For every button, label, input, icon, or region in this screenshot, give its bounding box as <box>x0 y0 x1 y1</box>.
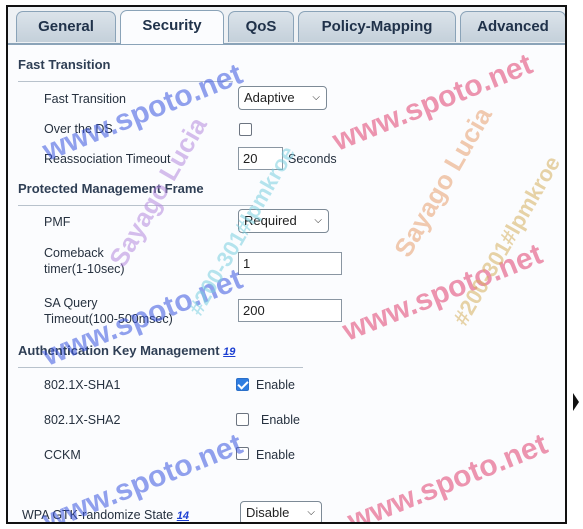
wlan-edit-dialog: General Security QoS Policy-Mapping Adva… <box>6 5 567 524</box>
tab-bar-divider <box>8 43 565 45</box>
akm-cckm-label: CCKM <box>44 448 81 462</box>
tab-bar: General Security QoS Policy-Mapping Adva… <box>8 7 565 45</box>
tab-advanced[interactable]: Advanced <box>460 11 565 42</box>
over-the-ds-checkbox[interactable] <box>239 123 252 136</box>
comeback-timer-label-line1: Comeback <box>44 246 104 260</box>
section-divider <box>18 205 253 206</box>
akm-sha2-enable-label: Enable <box>261 413 300 427</box>
gtk-help-link[interactable]: 14 <box>177 510 189 522</box>
sa-query-timeout-input[interactable]: 200 <box>238 299 342 322</box>
gtk-randomize-value: Disable <box>246 505 290 520</box>
gtk-randomize-label: WPA GTK-randomize State 14 <box>22 507 189 522</box>
fast-transition-value: Adaptive <box>244 90 295 105</box>
mouse-pointer-icon <box>573 393 579 411</box>
fast-transition-label: Fast Transition <box>44 92 126 106</box>
sa-query-label-line1: SA Query <box>44 296 98 310</box>
chevron-down-icon: ⌵ <box>307 507 315 518</box>
akm-sha1-label: 802.1X-SHA1 <box>44 378 121 392</box>
akm-sha1-checkbox[interactable] <box>236 378 249 391</box>
comeback-timer-label: Comeback timer(1-10sec) <box>44 245 125 277</box>
akm-cckm-enable-label: Enable <box>256 448 295 462</box>
akm-help-link[interactable]: 19 <box>223 346 235 358</box>
akm-cckm-checkbox[interactable] <box>236 447 249 460</box>
tab-policy-mapping[interactable]: Policy-Mapping <box>298 11 456 42</box>
sa-query-label-line2: Timeout(100-500msec) <box>44 312 173 326</box>
akm-heading: Authentication Key Management 19 <box>18 343 235 358</box>
reassociation-timeout-input[interactable]: 20 <box>238 147 283 170</box>
watermark-name: Sayago Lucia <box>388 101 498 262</box>
pmf-label: PMF <box>44 215 71 229</box>
over-the-ds-label: Over the DS <box>44 122 113 136</box>
watermark-id: #200-301#lpmkroe <box>448 151 566 330</box>
tab-general[interactable]: General <box>16 11 116 42</box>
tab-qos[interactable]: QoS <box>228 11 294 42</box>
akm-sha2-label: 802.1X-SHA2 <box>44 413 121 427</box>
akm-sha1-enable-label: Enable <box>256 378 295 392</box>
section-divider <box>18 81 233 82</box>
pmf-value: Required <box>244 213 297 228</box>
reassociation-timeout-unit: Seconds <box>288 152 337 166</box>
fast-transition-select[interactable]: Adaptive ⌵ <box>238 86 327 110</box>
gtk-randomize-text: WPA GTK-randomize State <box>22 508 174 522</box>
pmf-select[interactable]: Required ⌵ <box>238 209 329 233</box>
sa-query-timeout-label: SA Query Timeout(100-500msec) <box>44 295 173 327</box>
chevron-down-icon: ⌵ <box>314 215 322 226</box>
chevron-down-icon: ⌵ <box>312 92 320 103</box>
akm-sha2-checkbox[interactable] <box>236 413 249 426</box>
tab-security[interactable]: Security <box>120 10 224 44</box>
akm-heading-text: Authentication Key Management <box>18 343 220 358</box>
watermark-url: www.spoto.net <box>343 427 553 524</box>
fast-transition-heading: Fast Transition <box>18 57 111 72</box>
watermark-url: www.spoto.net <box>328 47 538 158</box>
pmf-heading: Protected Management Frame <box>18 181 204 196</box>
gtk-randomize-select[interactable]: Disable ⌵ <box>240 501 322 522</box>
reassociation-timeout-label: Reassociation Timeout <box>44 152 171 166</box>
watermark-url: www.spoto.net <box>338 237 548 348</box>
comeback-timer-input[interactable]: 1 <box>238 252 342 275</box>
section-divider <box>18 367 303 368</box>
comeback-timer-label-line2: timer(1-10sec) <box>44 262 125 276</box>
